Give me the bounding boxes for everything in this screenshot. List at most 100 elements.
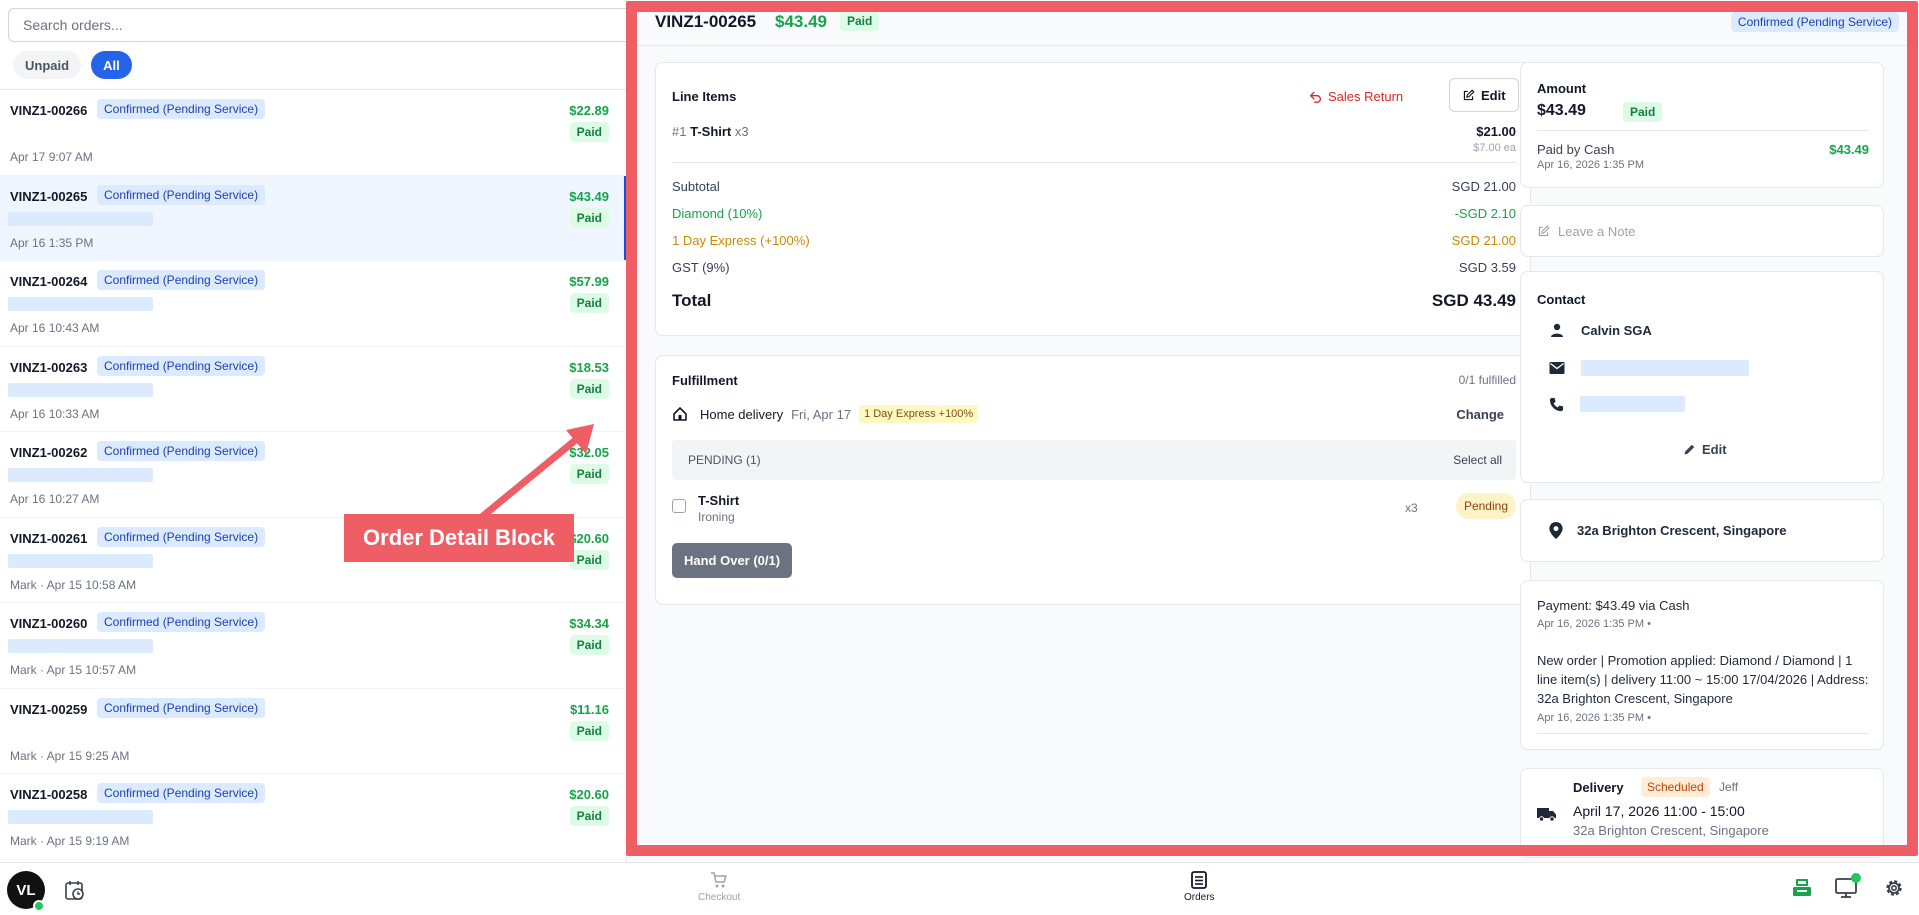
status-badge: Confirmed (Pending Service): [97, 697, 266, 718]
log-payment-date: Apr 16, 2026 1:35 PM •: [1537, 618, 1651, 630]
leave-note-field[interactable]: Leave a Note: [1520, 205, 1884, 257]
method-date: Fri, Apr 17: [791, 406, 852, 422]
paid-badge: Paid: [840, 11, 880, 31]
pending-group-label: PENDING (1): [688, 453, 761, 467]
online-status-icon: [33, 900, 45, 912]
status-badge: Confirmed (Pending Service): [97, 270, 266, 290]
discount-row: Diamond (10%) -SGD 2.10: [672, 206, 1516, 221]
redacted-customer: [8, 297, 153, 311]
order-id: VINZ1-00264: [10, 274, 88, 289]
contact-title: Contact: [1537, 292, 1586, 307]
contact-name-row: Calvin SGA: [1549, 322, 1652, 338]
paid-badge: Paid: [569, 635, 609, 655]
select-all-button[interactable]: Select all: [1453, 453, 1502, 467]
paid-badge: Paid: [569, 207, 609, 228]
nav-orders[interactable]: Orders: [1184, 871, 1215, 903]
detail-order-id: VINZ1-00265: [655, 12, 757, 31]
status-badge: Confirmed (Pending Service): [97, 355, 266, 376]
edit-contact-button[interactable]: Edit: [1683, 442, 1727, 457]
line-item-unit-price: $7.00 ea: [1473, 142, 1516, 154]
search-input[interactable]: [9, 9, 626, 41]
order-id: VINZ1-00263: [10, 359, 88, 375]
item-checkbox[interactable]: [672, 499, 686, 513]
nav-checkout[interactable]: Checkout: [698, 871, 740, 903]
line-items-card: Line Items Sales Return Edit #1 T-Shirt …: [655, 62, 1531, 336]
log-payment-text: Payment: $43.49 via Cash: [1537, 598, 1690, 613]
note-placeholder: Leave a Note: [1558, 223, 1636, 239]
line-item: #1 T-Shirt x3: [672, 124, 749, 139]
order-list-item-selected[interactable]: VINZ1-00265 Confirmed (Pending Service) …: [0, 175, 626, 261]
edit-label: Edit: [1481, 87, 1506, 103]
order-date: Apr 16 10:43 AM: [10, 321, 100, 335]
total-label: Total: [672, 291, 712, 310]
delivery-card: Delivery Scheduled Jeff April 17, 2026 1…: [1520, 768, 1884, 858]
order-list-item[interactable]: VINZ1-00260 Confirmed (Pending Service) …: [0, 603, 626, 689]
clock-icon[interactable]: [64, 879, 86, 901]
home-icon: [673, 407, 687, 421]
order-list-item[interactable]: VINZ1-00259 Confirmed (Pending Service) …: [0, 689, 626, 774]
gst-row: GST (9%) SGD 3.59: [672, 260, 1516, 275]
order-list-item[interactable]: VINZ1-00266 Confirmed (Pending Service) …: [0, 90, 626, 176]
detail-header: VINZ1-00265 $43.49 Paid Confirmed (Pendi…: [627, 0, 1919, 46]
monitor-icon[interactable]: [1835, 873, 1861, 899]
paid-badge: Paid: [569, 378, 609, 399]
discount-value: -SGD 2.10: [1454, 206, 1516, 221]
fulfillment-item-qty: x3: [1405, 501, 1418, 515]
divider: [1537, 130, 1869, 131]
redacted-customer: [8, 639, 153, 653]
filter-chips: Unpaid All: [13, 51, 132, 79]
amount-card: Amount $43.49 Paid Paid by Cash Apr 16, …: [1520, 62, 1884, 188]
total-value: SGD 43.49: [1431, 291, 1516, 310]
status-badge: Confirmed (Pending Service): [97, 441, 266, 461]
line-item-price: $21.00: [1476, 124, 1516, 139]
status-badge: Confirmed (Pending Service): [97, 184, 266, 205]
filter-unpaid-button[interactable]: Unpaid: [13, 51, 82, 79]
order-id: VINZ1-00259: [10, 701, 88, 717]
order-amount: $43.49: [569, 188, 609, 204]
scheduled-badge: Scheduled: [1641, 777, 1710, 797]
address-card: 32a Brighton Crescent, Singapore: [1520, 499, 1884, 562]
order-amount: $22.89: [569, 103, 609, 118]
amount-value: $43.49: [1537, 102, 1586, 119]
discount-label: Diamond (10%): [672, 206, 763, 221]
location-pin-icon: [1549, 522, 1563, 539]
order-id: VINZ1-00260: [10, 616, 88, 631]
order-amount: $18.53: [569, 359, 609, 375]
express-value: SGD 21.00: [1451, 233, 1516, 248]
order-id: VINZ1-00266: [10, 103, 88, 118]
change-button[interactable]: Change: [1456, 407, 1504, 422]
redacted-customer: [8, 211, 153, 226]
gear-icon[interactable]: [1883, 877, 1905, 899]
fulfillment-item-service: Ironing: [698, 510, 735, 524]
order-id: VINZ1-00262: [10, 445, 88, 460]
edit-icon: [1463, 88, 1475, 100]
redacted-customer: [8, 553, 153, 568]
order-amount: $57.99: [569, 274, 609, 289]
edit-line-items-button[interactable]: Edit: [1449, 78, 1519, 112]
order-date: Apr 16 1:35 PM: [10, 235, 94, 250]
payment-method: Paid by Cash: [1537, 142, 1615, 157]
hand-over-button[interactable]: Hand Over (0/1): [672, 543, 793, 578]
order-id: VINZ1-00265: [10, 188, 88, 204]
filter-all-button[interactable]: All: [91, 51, 132, 79]
gst-value: SGD 3.59: [1458, 260, 1516, 275]
cash-register-icon[interactable]: [1791, 877, 1813, 899]
divider: [672, 162, 1516, 163]
order-list-item[interactable]: VINZ1-00264 Confirmed (Pending Service) …: [0, 261, 626, 347]
paid-badge: Paid: [569, 806, 609, 826]
person-icon: [1551, 323, 1563, 337]
delivery-address: 32a Brighton Crescent, Singapore: [1573, 823, 1769, 838]
nav-orders-label: Orders: [1184, 892, 1215, 903]
order-amount: $11.16: [569, 701, 609, 717]
truck-icon: [1537, 808, 1556, 822]
order-list-item[interactable]: VINZ1-00258 Confirmed (Pending Service) …: [0, 774, 626, 860]
redacted-phone: [1580, 396, 1685, 412]
redacted-customer: [8, 382, 153, 397]
contact-card: Contact Calvin SGA Edit: [1520, 271, 1884, 483]
order-amount: $20.60: [569, 787, 609, 802]
sales-return-button[interactable]: Sales Return: [1309, 89, 1403, 104]
payment-date: Apr 16, 2026 1:35 PM: [1537, 159, 1645, 171]
order-amount: $20.60: [569, 530, 609, 546]
express-badge: 1 Day Express +100%: [859, 405, 979, 423]
redacted-customer: [8, 810, 153, 824]
